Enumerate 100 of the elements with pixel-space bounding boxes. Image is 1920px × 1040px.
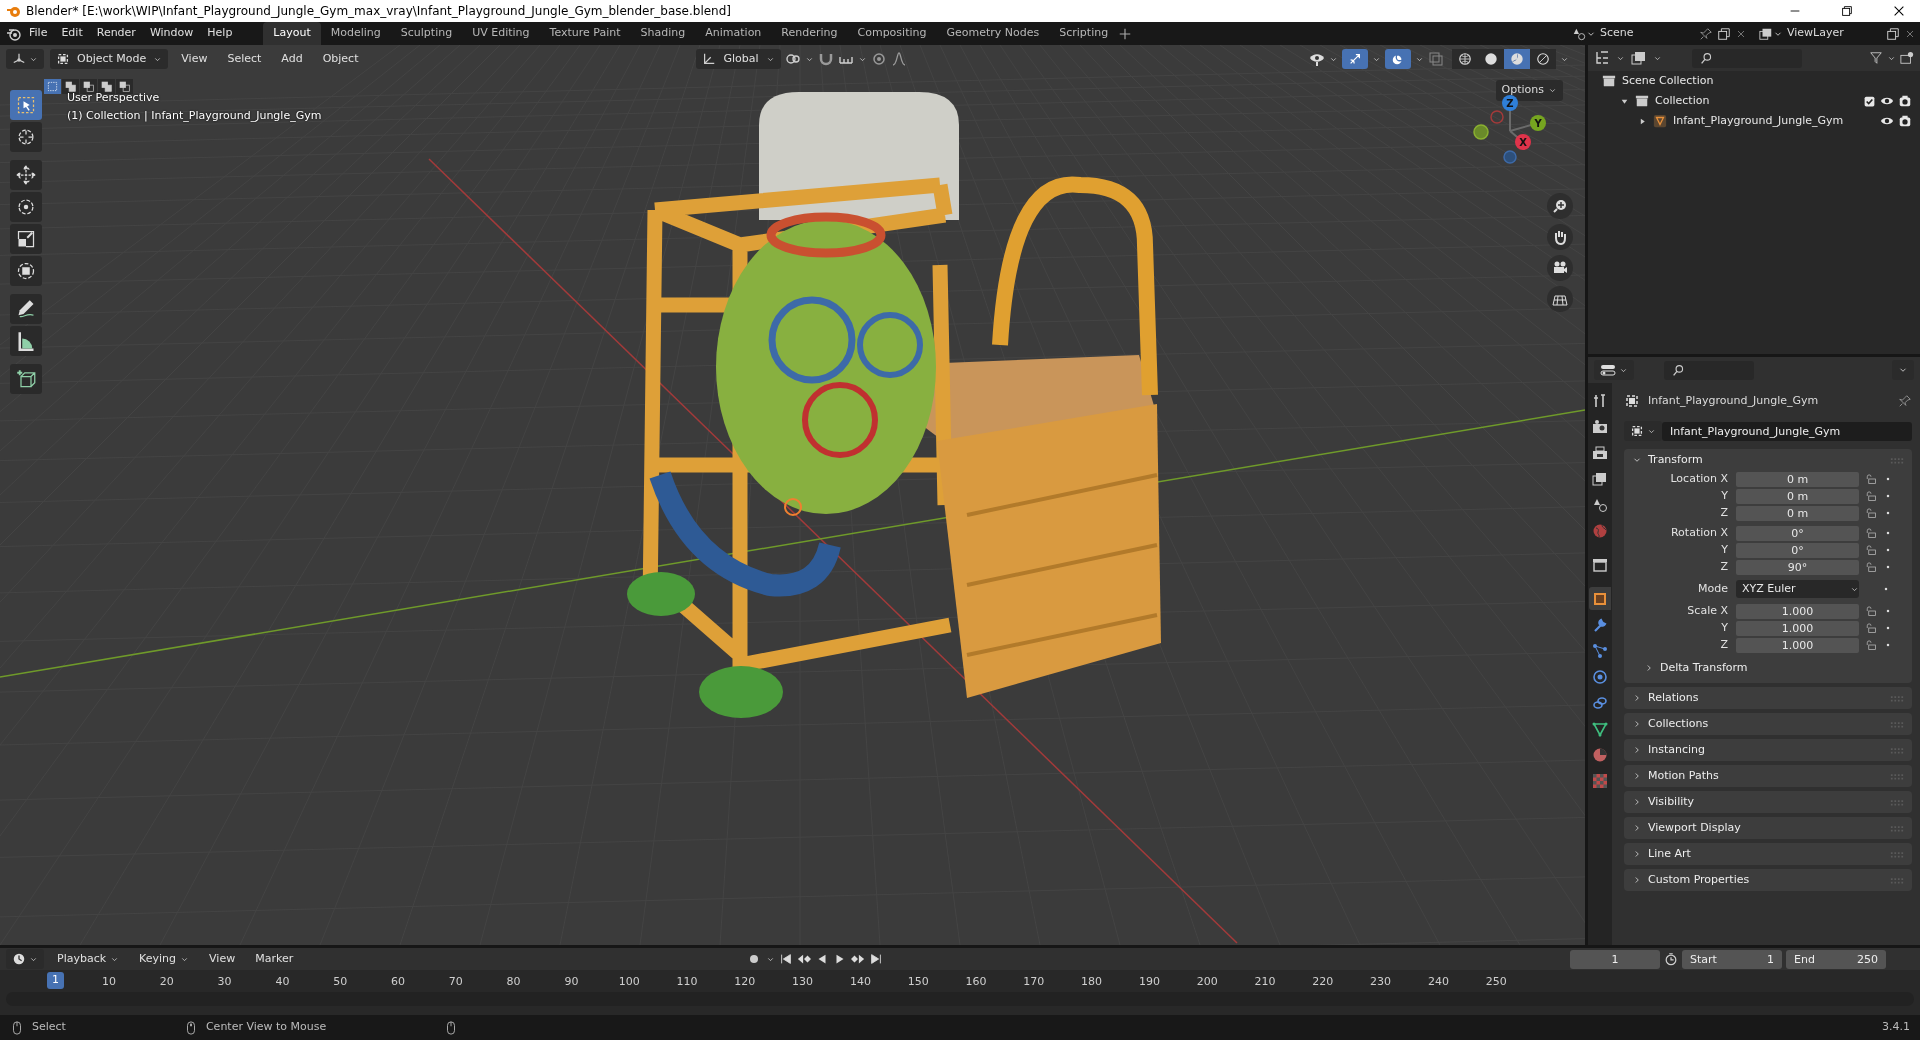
- pivot-icon[interactable]: [784, 51, 801, 67]
- number-field[interactable]: 0°: [1736, 525, 1859, 541]
- name-field[interactable]: Infant_Playground_Jungle_Gym: [1662, 421, 1912, 441]
- tool-button[interactable]: [10, 294, 42, 324]
- number-field[interactable]: 0 m: [1736, 471, 1859, 487]
- menu-item[interactable]: Select: [220, 48, 269, 70]
- menu-item[interactable]: Playback: [50, 948, 127, 970]
- workspace-tab[interactable]: UV Editing: [462, 22, 540, 45]
- menu-item[interactable]: Render: [89, 23, 143, 44]
- pin-icon[interactable]: [1699, 26, 1713, 41]
- menu-item[interactable]: File: [22, 23, 55, 44]
- new-collection-icon[interactable]: [1900, 51, 1914, 65]
- search-field[interactable]: [1692, 48, 1802, 68]
- lock-icon[interactable]: [1865, 527, 1877, 539]
- shading-button[interactable]: [1452, 49, 1478, 69]
- menu-item[interactable]: View: [202, 948, 243, 970]
- magnet-icon[interactable]: [817, 51, 834, 67]
- jump-start-icon[interactable]: [779, 952, 794, 966]
- current-frame-field[interactable]: 1: [1570, 949, 1660, 969]
- display-mode-icon[interactable]: [1594, 50, 1610, 66]
- menu-item[interactable]: Help: [200, 23, 240, 44]
- number-field[interactable]: 1.000: [1736, 637, 1859, 653]
- outliner-item[interactable]: Scene Collection: [1622, 72, 1714, 90]
- number-field[interactable]: 0 m: [1736, 505, 1859, 521]
- pan-hand-button[interactable]: [1547, 224, 1573, 250]
- lock-icon[interactable]: [1865, 544, 1877, 556]
- jump-end-icon[interactable]: [869, 952, 884, 966]
- panel-title[interactable]: Collections: [1648, 715, 1709, 733]
- menu-item[interactable]: Add: [274, 48, 310, 70]
- search-field[interactable]: [1664, 360, 1754, 380]
- workspace-tab[interactable]: Sculpting: [390, 22, 463, 45]
- view-layer-icon[interactable]: [1631, 50, 1647, 66]
- workspace-tab[interactable]: Scripting: [1049, 22, 1119, 45]
- lock-icon[interactable]: [1865, 561, 1877, 573]
- panel-title[interactable]: Delta Transform: [1660, 659, 1748, 677]
- orthographic-grid-button[interactable]: [1547, 286, 1573, 312]
- gizmo-toggle[interactable]: [1342, 49, 1368, 69]
- orientation-dropdown[interactable]: Global: [696, 49, 781, 69]
- number-field[interactable]: 1.000: [1736, 603, 1859, 619]
- zoom-button[interactable]: [1547, 193, 1573, 219]
- lock-icon[interactable]: [1865, 507, 1877, 519]
- panel-title[interactable]: Instancing: [1648, 741, 1706, 759]
- panel-title[interactable]: Line Art: [1648, 845, 1691, 863]
- restore-icon[interactable]: [1840, 4, 1854, 18]
- menu-item[interactable]: Keying: [132, 948, 197, 970]
- select-mode-button[interactable]: [62, 79, 79, 94]
- outliner-item[interactable]: Collection: [1655, 92, 1710, 110]
- overlay-toggle[interactable]: [1385, 49, 1411, 69]
- number-field[interactable]: 0°: [1736, 542, 1859, 558]
- workspace-tab[interactable]: Layout: [263, 22, 321, 45]
- lock-icon[interactable]: [1865, 622, 1877, 634]
- proportional-edit-icon[interactable]: [870, 51, 887, 67]
- start-frame-field[interactable]: Start 1: [1682, 949, 1782, 969]
- camera-icon[interactable]: [1898, 94, 1912, 108]
- clock-icon[interactable]: [1664, 952, 1678, 966]
- tool-button[interactable]: [10, 224, 42, 254]
- menu-item[interactable]: View: [174, 48, 215, 70]
- lock-icon[interactable]: [1865, 473, 1877, 485]
- number-field[interactable]: 0 m: [1736, 488, 1859, 504]
- workspace-tab[interactable]: Compositing: [847, 22, 937, 45]
- mode-dropdown[interactable]: XYZ Euler: [1736, 580, 1859, 598]
- lock-icon[interactable]: [1865, 490, 1877, 502]
- playhead[interactable]: 1: [47, 972, 64, 989]
- select-mode-button[interactable]: [80, 79, 97, 94]
- tool-button[interactable]: [10, 160, 42, 190]
- shading-button[interactable]: [1478, 49, 1504, 69]
- select-mode-button[interactable]: [98, 79, 115, 94]
- xray-icon[interactable]: [1428, 51, 1444, 67]
- tool-button[interactable]: [10, 256, 42, 286]
- camera-view-button[interactable]: [1547, 255, 1573, 281]
- panel-title[interactable]: Relations: [1648, 689, 1699, 707]
- disclosure-triangle-icon[interactable]: [1638, 116, 1647, 126]
- panel-title[interactable]: Transform: [1648, 451, 1703, 469]
- new-scene-icon[interactable]: [1717, 26, 1731, 41]
- view-layer-name[interactable]: ViewLayer: [1787, 25, 1882, 42]
- next-keyframe-icon[interactable]: [851, 952, 866, 966]
- number-field[interactable]: 90°: [1736, 559, 1859, 575]
- lock-icon[interactable]: [1865, 639, 1877, 651]
- menu-item[interactable]: Window: [142, 23, 201, 44]
- close-icon[interactable]: [1892, 4, 1906, 18]
- menu-item[interactable]: Marker: [248, 948, 301, 970]
- editor-type-menu[interactable]: [1594, 360, 1634, 380]
- pin-icon[interactable]: [1898, 393, 1912, 408]
- menu-item[interactable]: Object: [315, 48, 366, 70]
- properties-tab[interactable]: [1589, 587, 1611, 610]
- workspace-tab[interactable]: Modeling: [320, 22, 391, 45]
- mode-dropdown[interactable]: Object Mode: [50, 49, 169, 69]
- workspace-tab[interactable]: Texture Paint: [539, 22, 631, 45]
- select-mode-button[interactable]: [116, 79, 133, 94]
- editor-type-menu[interactable]: [6, 949, 44, 969]
- scene-icon[interactable]: [1572, 26, 1586, 41]
- panel-title[interactable]: Visibility: [1648, 793, 1695, 811]
- workspace-tab[interactable]: Rendering: [771, 22, 848, 45]
- scene-name[interactable]: Scene: [1600, 25, 1695, 42]
- workspace-tab[interactable]: Shading: [630, 22, 696, 45]
- workspace-tab[interactable]: Animation: [695, 22, 772, 45]
- shading-button[interactable]: [1530, 49, 1556, 69]
- tool-button[interactable]: [10, 364, 42, 394]
- tool-button[interactable]: [10, 122, 42, 152]
- visibility-icon[interactable]: [1309, 51, 1325, 67]
